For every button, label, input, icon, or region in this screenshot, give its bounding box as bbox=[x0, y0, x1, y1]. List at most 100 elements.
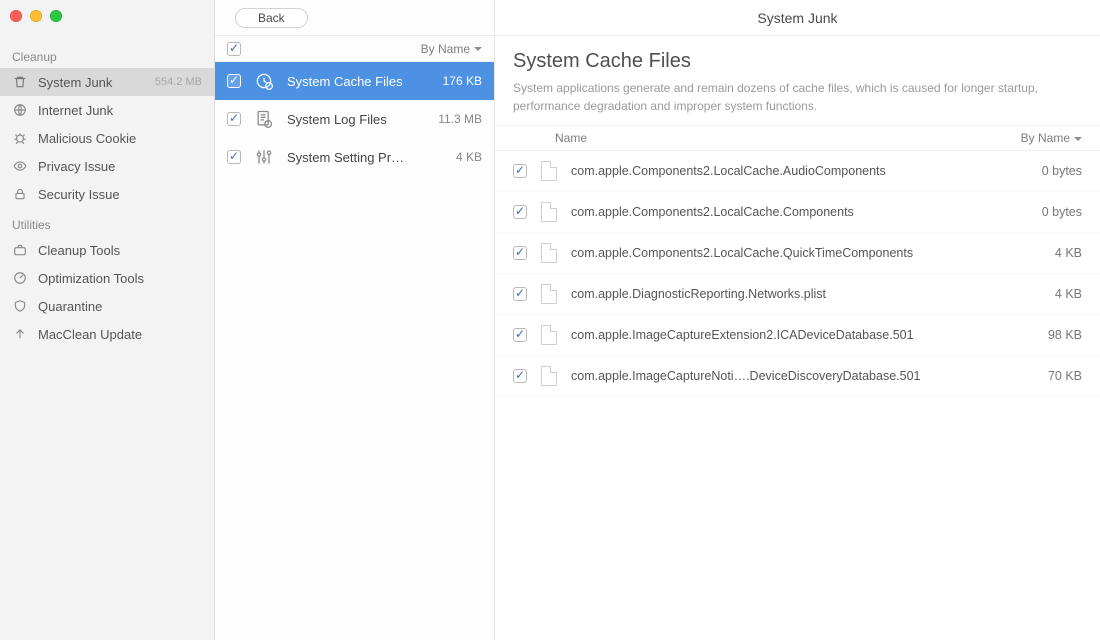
sidebar-item-internet-junk[interactable]: Internet Junk bbox=[0, 96, 214, 124]
briefcase-icon bbox=[12, 242, 28, 258]
chevron-down-icon bbox=[1074, 137, 1082, 141]
file-name: com.apple.Components2.LocalCache.AudioCo… bbox=[571, 164, 998, 178]
sidebar-item-label: MacClean Update bbox=[38, 327, 202, 342]
file-size: 70 KB bbox=[1012, 369, 1082, 383]
file-size: 0 bytes bbox=[1012, 164, 1082, 178]
file-list-header: Name By Name bbox=[495, 125, 1100, 151]
sidebar-item-label: Quarantine bbox=[38, 299, 202, 314]
sidebar-item-label: Cleanup Tools bbox=[38, 243, 202, 258]
category-sort-dropdown[interactable]: By Name bbox=[421, 42, 482, 56]
sidebar-item-optimization-tools[interactable]: Optimization Tools bbox=[0, 264, 214, 292]
file-name: com.apple.ImageCaptureExtension2.ICADevi… bbox=[571, 328, 998, 342]
file-row[interactable]: com.apple.Components2.LocalCache.QuickTi… bbox=[495, 233, 1100, 274]
sidebar-item-label: Malicious Cookie bbox=[38, 131, 202, 146]
window-title: System Junk bbox=[495, 0, 1100, 36]
file-sort-label: By Name bbox=[1021, 131, 1070, 145]
category-checkbox[interactable] bbox=[227, 74, 241, 88]
shield-icon bbox=[12, 298, 28, 314]
sidebar-item-label: Privacy Issue bbox=[38, 159, 202, 174]
sidebar-item-update[interactable]: MacClean Update bbox=[0, 320, 214, 348]
category-size: 4 KB bbox=[422, 150, 482, 164]
category-list: System Cache Files 176 KB System Log Fil… bbox=[215, 62, 494, 640]
back-button[interactable]: Back bbox=[235, 8, 308, 28]
category-item-cache[interactable]: System Cache Files 176 KB bbox=[215, 62, 494, 100]
sidebar-item-label: Optimization Tools bbox=[38, 271, 202, 286]
chevron-down-icon bbox=[474, 47, 482, 51]
file-sort-dropdown[interactable]: By Name bbox=[1021, 131, 1082, 145]
category-checkbox[interactable] bbox=[227, 150, 241, 164]
file-checkbox[interactable] bbox=[513, 205, 527, 219]
file-icon bbox=[541, 202, 557, 222]
file-icon bbox=[541, 366, 557, 386]
category-sort-label: By Name bbox=[421, 42, 470, 56]
sidebar-section-cleanup: Cleanup bbox=[0, 40, 214, 68]
maximize-window-button[interactable] bbox=[50, 10, 62, 22]
category-item-log[interactable]: System Log Files 11.3 MB bbox=[215, 100, 494, 138]
middle-topbar: Back bbox=[215, 0, 494, 36]
gauge-icon bbox=[12, 270, 28, 286]
sidebar-item-label: System Junk bbox=[38, 75, 145, 90]
category-size: 176 KB bbox=[422, 74, 482, 88]
sidebar-item-quarantine[interactable]: Quarantine bbox=[0, 292, 214, 320]
detail-description: System applications generate and remain … bbox=[513, 79, 1082, 115]
file-checkbox[interactable] bbox=[513, 287, 527, 301]
file-checkbox[interactable] bbox=[513, 246, 527, 260]
file-name: com.apple.Components2.LocalCache.Compone… bbox=[571, 205, 998, 219]
category-checkbox[interactable] bbox=[227, 112, 241, 126]
file-row[interactable]: com.apple.DiagnosticReporting.Networks.p… bbox=[495, 274, 1100, 315]
file-name: com.apple.ImageCaptureNoti….DeviceDiscov… bbox=[571, 369, 998, 383]
cache-icon bbox=[253, 70, 275, 92]
file-list: com.apple.Components2.LocalCache.AudioCo… bbox=[495, 151, 1100, 640]
eye-icon bbox=[12, 158, 28, 174]
minimize-window-button[interactable] bbox=[30, 10, 42, 22]
up-arrow-icon bbox=[12, 326, 28, 342]
file-size: 4 KB bbox=[1012, 287, 1082, 301]
file-row[interactable]: com.apple.Components2.LocalCache.Compone… bbox=[495, 192, 1100, 233]
sidebar-item-label: Internet Junk bbox=[38, 103, 202, 118]
sidebar-item-cleanup-tools[interactable]: Cleanup Tools bbox=[0, 236, 214, 264]
globe-icon bbox=[12, 102, 28, 118]
log-icon bbox=[253, 108, 275, 130]
sidebar-item-size: 554.2 MB bbox=[155, 76, 202, 88]
file-row[interactable]: com.apple.Components2.LocalCache.AudioCo… bbox=[495, 151, 1100, 192]
sidebar-item-security-issue[interactable]: Security Issue bbox=[0, 180, 214, 208]
detail-header: System Cache Files System applications g… bbox=[495, 36, 1100, 125]
sidebar-section-utilities: Utilities bbox=[0, 208, 214, 236]
sidebar: Cleanup System Junk 554.2 MB Internet Ju… bbox=[0, 0, 215, 640]
category-size: 11.3 MB bbox=[422, 112, 482, 126]
sidebar-item-privacy-issue[interactable]: Privacy Issue bbox=[0, 152, 214, 180]
sidebar-item-malicious-cookie[interactable]: Malicious Cookie bbox=[0, 124, 214, 152]
detail-title: System Cache Files bbox=[513, 50, 1082, 73]
window-controls bbox=[10, 10, 62, 22]
file-icon bbox=[541, 161, 557, 181]
category-label: System Cache Files bbox=[287, 74, 410, 89]
file-name: com.apple.Components2.LocalCache.QuickTi… bbox=[571, 246, 998, 260]
close-window-button[interactable] bbox=[10, 10, 22, 22]
file-size: 98 KB bbox=[1012, 328, 1082, 342]
file-name-column-header[interactable]: Name bbox=[513, 131, 1021, 145]
sidebar-item-system-junk[interactable]: System Junk 554.2 MB bbox=[0, 68, 214, 96]
file-checkbox[interactable] bbox=[513, 164, 527, 178]
category-panel: Back By Name System Cache Files 176 KB bbox=[215, 0, 495, 640]
detail-panel: System Junk System Cache Files System ap… bbox=[495, 0, 1100, 640]
lock-icon bbox=[12, 186, 28, 202]
file-checkbox[interactable] bbox=[513, 328, 527, 342]
file-checkbox[interactable] bbox=[513, 369, 527, 383]
sliders-icon bbox=[253, 146, 275, 168]
category-label: System Setting Pr… bbox=[287, 150, 410, 165]
file-size: 0 bytes bbox=[1012, 205, 1082, 219]
file-icon bbox=[541, 243, 557, 263]
file-icon bbox=[541, 325, 557, 345]
file-size: 4 KB bbox=[1012, 246, 1082, 260]
category-sortbar: By Name bbox=[215, 36, 494, 62]
file-row[interactable]: com.apple.ImageCaptureNoti….DeviceDiscov… bbox=[495, 356, 1100, 397]
file-name: com.apple.DiagnosticReporting.Networks.p… bbox=[571, 287, 998, 301]
select-all-categories-checkbox[interactable] bbox=[227, 42, 241, 56]
file-row[interactable]: com.apple.ImageCaptureExtension2.ICADevi… bbox=[495, 315, 1100, 356]
sidebar-item-label: Security Issue bbox=[38, 187, 202, 202]
category-label: System Log Files bbox=[287, 112, 410, 127]
category-item-setting[interactable]: System Setting Pr… 4 KB bbox=[215, 138, 494, 176]
file-icon bbox=[541, 284, 557, 304]
trash-icon bbox=[12, 74, 28, 90]
bug-icon bbox=[12, 130, 28, 146]
